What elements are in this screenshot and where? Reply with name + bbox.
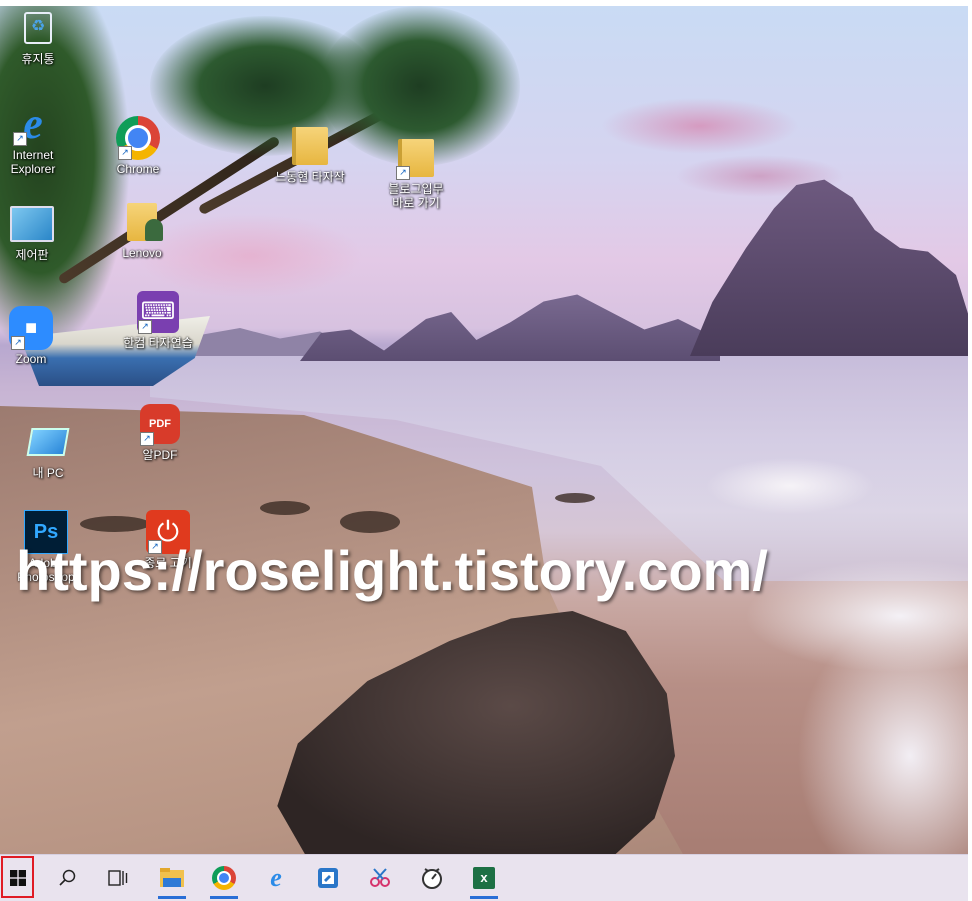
seaweed (260, 501, 310, 515)
taskbar-app-file-explorer[interactable] (150, 855, 194, 901)
shortcut-arrow-icon: ↗ (138, 320, 152, 334)
file-explorer-icon (160, 868, 184, 887)
icon-label: 알PDF (142, 448, 178, 462)
shortcut-arrow-icon: ↗ (140, 432, 154, 446)
taskbar-app-alarms-clock[interactable] (410, 855, 454, 901)
sticky-notes-icon (318, 868, 338, 888)
icon-label: 블로그입무 바로 가기 (388, 182, 444, 210)
wallpaper-cliff (690, 179, 968, 356)
desktop-icon-zoom[interactable]: ■ ↗ Zoom (0, 306, 69, 366)
task-view-icon (108, 870, 128, 886)
desktop-icon-blog-shortcut[interactable]: ↗ 블로그입무 바로 가기 (378, 136, 454, 210)
shortcut-arrow-icon: ↗ (13, 132, 27, 146)
shortcut-arrow-icon: ↗ (11, 336, 25, 350)
desktop-icon-control-panel[interactable]: 제어판 (0, 202, 70, 262)
clock-icon (422, 868, 442, 889)
taskbar-app-snipping-tool[interactable] (358, 855, 402, 901)
task-view-button[interactable] (96, 855, 140, 901)
search-button[interactable] (46, 855, 90, 901)
scissors-icon (370, 868, 390, 887)
active-indicator (158, 896, 186, 899)
user-folder-icon (120, 200, 164, 244)
keyboard-icon: ⌨ ↗ (136, 290, 180, 334)
seaweed (555, 493, 595, 503)
desktop: ♻ 휴지통 e ↗ Internet Explorer ↗ Chrome 느동현… (0, 6, 968, 854)
recycle-bin-icon: ♻ (16, 6, 60, 50)
wallpaper-mountain-range (300, 294, 720, 361)
taskbar-app-sticky-notes[interactable] (306, 855, 350, 901)
control-panel-icon (10, 202, 54, 246)
excel-icon: x (473, 867, 495, 889)
chrome-icon (212, 866, 236, 890)
desktop-icon-internet-explorer[interactable]: e ↗ Internet Explorer (0, 102, 71, 177)
icon-label: 내 PC (32, 466, 64, 480)
active-indicator (210, 896, 238, 899)
start-button[interactable] (0, 855, 36, 901)
taskbar-app-excel[interactable]: x (462, 855, 506, 901)
desktop-icon-alpdf[interactable]: PDF ↗ 알PDF (122, 402, 198, 462)
icon-label: 휴지통 (21, 52, 55, 66)
seaweed (340, 511, 400, 533)
desktop-icon-this-pc[interactable]: 내 PC (10, 420, 86, 480)
icon-label: Zoom (15, 352, 47, 366)
desktop-icon-lenovo[interactable]: Lenovo (104, 200, 180, 260)
icon-label: Chrome (116, 162, 160, 176)
desktop-icon-recycle-bin[interactable]: ♻ 휴지통 (0, 6, 76, 66)
chrome-icon: ↗ (116, 116, 160, 160)
icon-label: 한컴 타자연습 (123, 336, 193, 350)
desktop-icon-chrome[interactable]: ↗ Chrome (100, 116, 176, 176)
icon-label: Internet Explorer (10, 148, 56, 176)
internet-explorer-icon: e ↗ (11, 102, 55, 146)
shortcut-arrow-icon: ↗ (396, 166, 410, 180)
internet-explorer-icon: e (270, 863, 282, 892)
active-indicator (470, 896, 498, 899)
search-icon (59, 869, 76, 886)
folder-icon: ↗ (394, 136, 438, 180)
monitor-icon (26, 420, 70, 464)
folder-icon (288, 124, 332, 168)
icon-label: Lenovo (122, 246, 162, 260)
taskbar-app-chrome[interactable] (202, 855, 246, 901)
zoom-icon: ■ ↗ (9, 306, 53, 350)
icon-label: 제어판 (15, 248, 49, 262)
icon-label: 느동현 타자작 (275, 170, 345, 184)
alpdf-icon: PDF ↗ (138, 402, 182, 446)
wallpaper-surf (640, 426, 968, 854)
taskbar-app-internet-explorer[interactable]: e (254, 855, 298, 901)
taskbar: e x (0, 854, 968, 901)
watermark-url: https://roselight.tistory.com/ (16, 539, 768, 602)
desktop-icon-folder-typing[interactable]: 느동현 타자작 (272, 124, 348, 184)
shortcut-arrow-icon: ↗ (118, 146, 132, 160)
desktop-icon-hancom-typing[interactable]: ⌨ ↗ 한컴 타자연습 (120, 290, 196, 350)
start-highlight (1, 856, 34, 898)
